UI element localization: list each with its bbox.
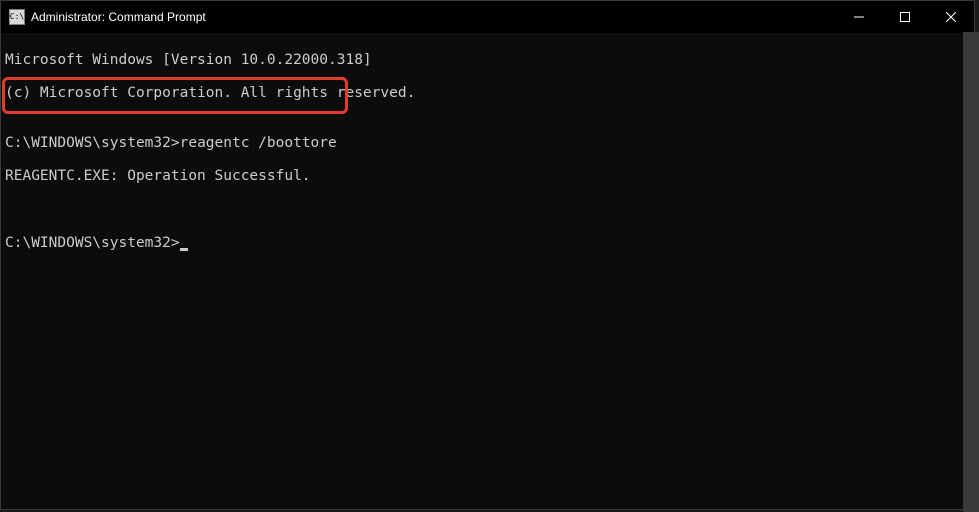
close-button[interactable] — [928, 1, 974, 33]
cursor — [180, 248, 188, 251]
prompt-line-2: C:\WINDOWS\system32> — [5, 235, 970, 252]
prompt-command: reagentc /boottore — [180, 135, 337, 151]
prompt-path: C:\WINDOWS\system32> — [5, 235, 180, 251]
prompt-path: C:\WINDOWS\system32> — [5, 135, 180, 151]
close-icon — [946, 12, 956, 22]
titlebar[interactable]: C:\ Administrator: Command Prompt — [1, 1, 974, 33]
minimize-icon — [854, 12, 864, 22]
window-controls — [836, 1, 974, 33]
app-icon: C:\ — [9, 9, 25, 25]
result-line: REAGENTC.EXE: Operation Successful. — [5, 168, 970, 185]
terminal-output[interactable]: Microsoft Windows [Version 10.0.22000.31… — [1, 33, 974, 509]
version-line: Microsoft Windows [Version 10.0.22000.31… — [5, 52, 970, 69]
vertical-scrollbar[interactable] — [963, 32, 979, 512]
window-title: Administrator: Command Prompt — [31, 10, 836, 24]
command-prompt-window: C:\ Administrator: Command Prompt Micro — [0, 0, 975, 510]
minimize-button[interactable] — [836, 1, 882, 33]
maximize-button[interactable] — [882, 1, 928, 33]
scrollbar-thumb[interactable] — [963, 32, 979, 512]
copyright-line: (c) Microsoft Corporation. All rights re… — [5, 85, 970, 102]
maximize-icon — [900, 12, 910, 22]
prompt-line-1: C:\WINDOWS\system32>reagentc /boottore — [5, 135, 970, 152]
